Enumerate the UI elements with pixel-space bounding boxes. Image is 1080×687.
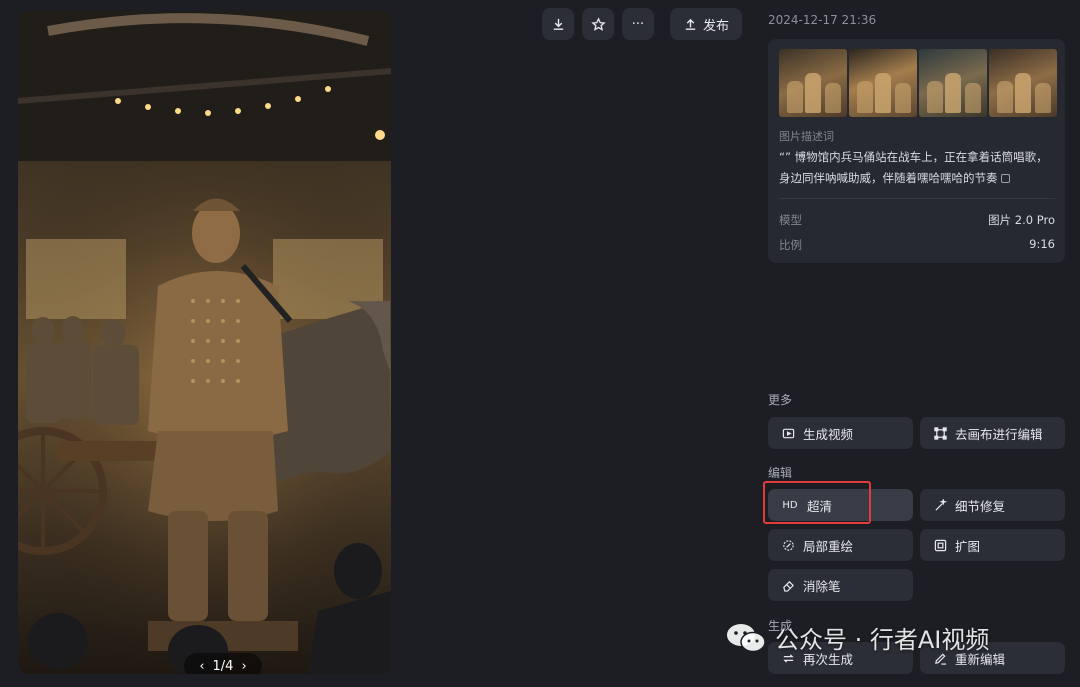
prompt-text: “” 博物馆内兵马俑站在战车上，正在拿着话筒唱歌，身边同伴呐喊助威，伴随着嘿哈嘿… <box>779 147 1055 189</box>
eraser-label: 消除笔 <box>803 578 841 594</box>
magic-wand-icon <box>933 498 947 512</box>
image-pager: ‹ 1/4 › <box>184 653 262 674</box>
hd-upscale-button[interactable]: HD 超清 <box>768 489 913 521</box>
divider <box>779 198 1055 199</box>
more-section-title: 更多 <box>768 393 793 407</box>
publish-button[interactable]: 发布 <box>670 8 742 40</box>
wechat-watermark: 公众号 · 行者AI视频 <box>725 620 989 655</box>
generate-video-label: 生成视频 <box>803 426 854 442</box>
favorite-button[interactable] <box>582 8 614 40</box>
chevron-right-icon[interactable]: › <box>241 659 246 674</box>
wechat-logo-icon <box>727 623 766 652</box>
model-label: 模型 <box>779 213 802 227</box>
partial-redraw-button[interactable]: 局部重绘 <box>768 529 913 561</box>
prompt-label: 图片描述词 <box>779 130 834 143</box>
canvas-edit-label: 去画布进行编辑 <box>955 426 1043 442</box>
ratio-row: 比例 9:16 <box>779 237 1055 253</box>
detail-repair-button[interactable]: 细节修复 <box>920 489 1065 521</box>
video-icon <box>781 426 795 440</box>
thumbnail-strip <box>779 49 1057 117</box>
copy-icon[interactable] <box>1000 174 1010 183</box>
model-row: 模型 图片 2.0 Pro <box>779 212 1055 228</box>
edit-section-title: 编辑 <box>768 466 793 480</box>
expand-image-label: 扩图 <box>955 538 981 554</box>
thumbnail-2[interactable] <box>849 49 917 117</box>
image-info-card: 图片描述词 “” 博物馆内兵马俑站在战车上，正在拿着话筒唱歌，身边同伴呐喊助威，… <box>768 39 1065 263</box>
thumbnail-4[interactable] <box>989 49 1057 117</box>
watermark-text: 公众号 · 行者AI视频 <box>775 626 990 654</box>
generated-image[interactable]: ‹ 1/4 › <box>18 11 391 674</box>
expand-icon <box>933 538 947 552</box>
canvas-icon <box>933 426 947 440</box>
upload-icon <box>685 18 696 30</box>
timestamp: 2024-12-17 21:36 <box>768 13 877 27</box>
thumbnail-1[interactable] <box>779 49 847 117</box>
download-icon <box>553 18 563 30</box>
thumbnail-3[interactable] <box>919 49 987 117</box>
chevron-left-icon[interactable]: ‹ <box>199 659 204 674</box>
star-icon <box>590 16 606 31</box>
more-options-button[interactable]: ··· <box>622 8 654 40</box>
canvas-edit-button[interactable]: 去画布进行编辑 <box>920 417 1065 449</box>
generate-video-button[interactable]: 生成视频 <box>768 417 913 449</box>
hd-upscale-label: 超清 <box>807 498 833 514</box>
pager-label: 1/4 <box>212 658 234 674</box>
terracotta-warrior-image-art <box>18 11 391 674</box>
eraser-button[interactable]: 消除笔 <box>768 569 913 601</box>
eraser-icon <box>781 578 795 592</box>
detail-repair-label: 细节修复 <box>955 498 1006 514</box>
hd-icon: HD <box>782 499 798 511</box>
publish-label: 发布 <box>702 18 729 34</box>
download-button[interactable] <box>542 8 574 40</box>
ratio-value: 9:16 <box>1029 237 1055 251</box>
model-value: 图片 2.0 Pro <box>988 213 1055 227</box>
ratio-label: 比例 <box>779 238 802 252</box>
brush-icon <box>781 538 795 552</box>
more-icon: ··· <box>631 16 645 32</box>
partial-redraw-label: 局部重绘 <box>803 538 854 554</box>
app-root: ‹ 1/4 › ··· 发布 2024-12-17 21:36 图片描述词 “”… <box>0 0 1080 687</box>
expand-image-button[interactable]: 扩图 <box>920 529 1065 561</box>
